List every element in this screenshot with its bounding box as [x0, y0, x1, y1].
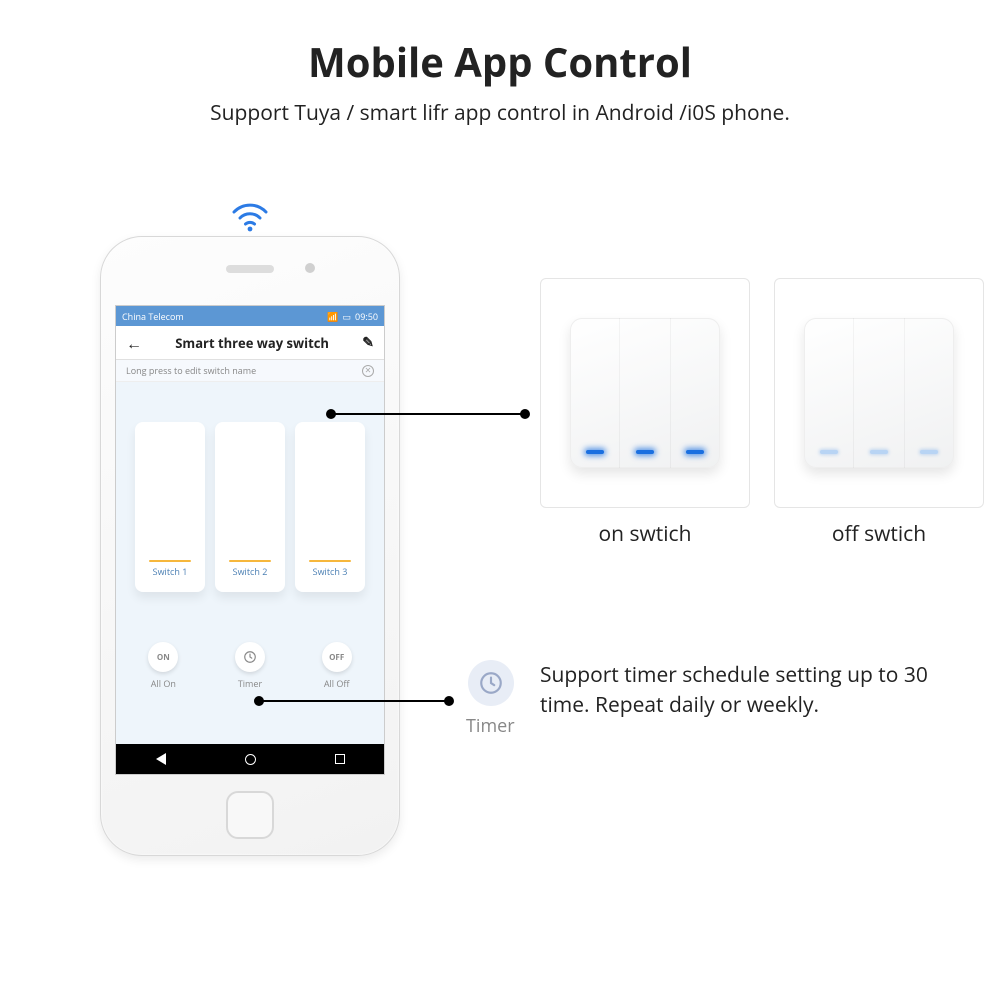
clock-icon	[468, 660, 514, 706]
connector-dot	[444, 696, 454, 706]
page-subtitle: Support Tuya / smart lifr app control in…	[0, 99, 1000, 127]
timer-description: Support timer schedule setting up to 30 …	[540, 660, 960, 721]
nav-back-icon[interactable]	[156, 753, 166, 765]
connector-line	[258, 700, 448, 702]
app-header: ← Smart three way switch ✎	[116, 326, 384, 360]
connector-line	[330, 413, 524, 415]
timer-button[interactable]: Timer	[235, 642, 265, 690]
on-switch-caption: on swtich	[540, 520, 750, 548]
connector-dot	[326, 409, 336, 419]
all-on-button[interactable]: ON All On	[148, 642, 178, 690]
back-icon[interactable]: ←	[126, 332, 142, 354]
carrier-label: China Telecom	[122, 310, 184, 323]
switch-panel-on	[570, 318, 720, 468]
phone-screen: China Telecom 📶 ▭ 09:50 ← Smart three wa…	[115, 305, 385, 775]
product-card-on	[540, 278, 750, 508]
all-off-button[interactable]: OFF All Off	[322, 642, 352, 690]
all-off-label: All Off	[324, 677, 350, 690]
switch-card-3[interactable]: Switch 3	[295, 422, 365, 592]
switch-label: Switch 3	[313, 565, 348, 578]
nav-home-icon[interactable]	[245, 754, 256, 765]
product-card-off	[774, 278, 984, 508]
page-title: Mobile App Control	[0, 0, 1000, 89]
phone-frame: China Telecom 📶 ▭ 09:50 ← Smart three wa…	[100, 236, 400, 856]
timer-icon-small	[235, 642, 265, 672]
switch-card-1[interactable]: Switch 1	[135, 422, 205, 592]
edit-icon[interactable]: ✎	[362, 333, 374, 352]
hint-bar: Long press to edit switch name ✕	[116, 360, 384, 382]
timer-label: Timer	[238, 677, 262, 690]
bottom-row: ON All On Timer OFF All Off	[116, 606, 384, 700]
close-icon[interactable]: ✕	[362, 365, 374, 377]
wifi-icon	[230, 200, 270, 232]
on-badge: ON	[148, 642, 178, 672]
switch-label: Switch 1	[153, 565, 188, 578]
android-status-bar: China Telecom 📶 ▭ 09:50	[116, 306, 384, 326]
phone-home-button[interactable]	[226, 791, 274, 839]
hint-text: Long press to edit switch name	[126, 364, 256, 377]
android-nav-bar	[116, 744, 384, 774]
switch-label: Switch 2	[233, 565, 268, 578]
nav-recents-icon[interactable]	[335, 754, 345, 764]
switch-panel-off	[804, 318, 954, 468]
connector-dot	[520, 409, 530, 419]
signal-icon: 📶	[327, 310, 338, 323]
all-on-label: All On	[151, 677, 176, 690]
battery-icon: ▭	[343, 310, 352, 323]
switch-card-2[interactable]: Switch 2	[215, 422, 285, 592]
timer-caption: Timer	[466, 714, 515, 738]
off-switch-caption: off swtich	[774, 520, 984, 548]
connector-dot	[254, 696, 264, 706]
off-badge: OFF	[322, 642, 352, 672]
app-title: Smart three way switch	[175, 334, 329, 352]
clock-label: 09:50	[355, 310, 378, 323]
switch-area: Switch 1 Switch 2 Switch 3	[116, 382, 384, 606]
